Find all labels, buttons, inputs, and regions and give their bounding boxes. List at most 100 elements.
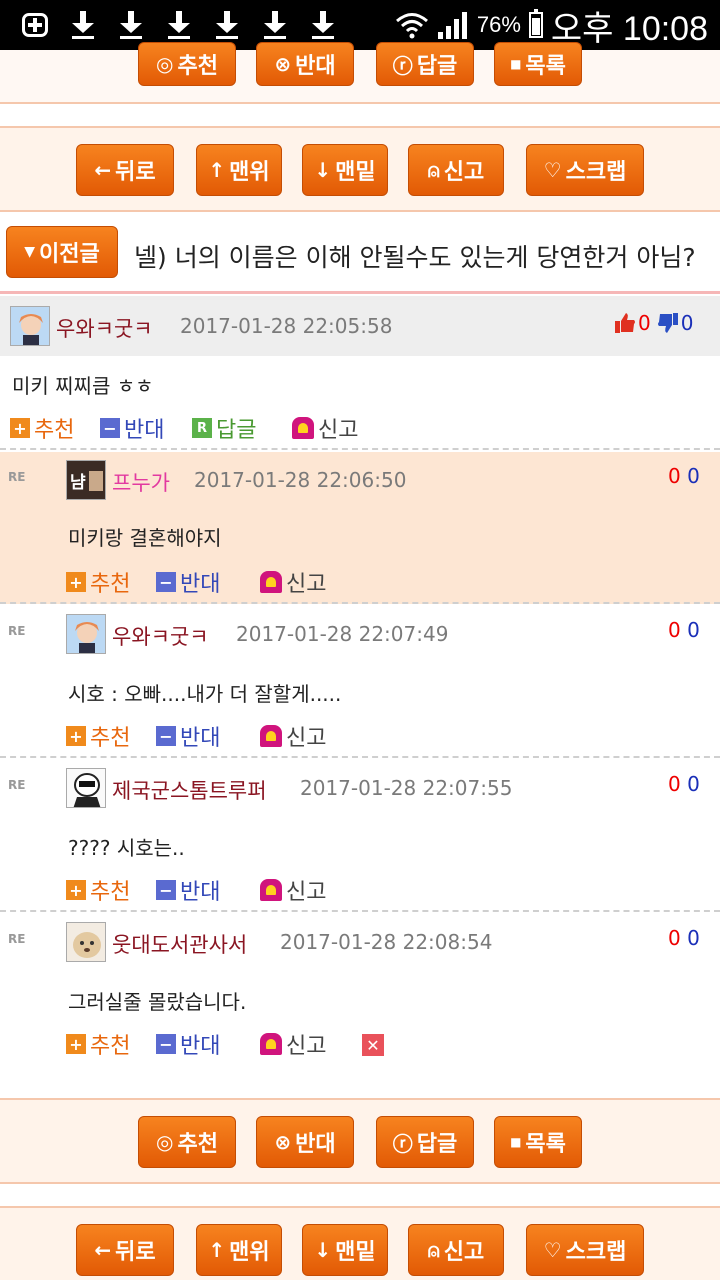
comment-oppose[interactable]: − 반대: [100, 412, 164, 444]
scrap-button[interactable]: ♡ 스크랩: [526, 1224, 644, 1276]
comment-body: 미키 찌찌큼 ㅎㅎ: [12, 374, 154, 398]
avatar: [66, 614, 106, 654]
comment-item: 우와ㅋ굿ㅋ 2017-01-28 22:05:58 0 0 미키 찌찌큼 ㅎㅎ …: [0, 296, 720, 450]
plus-icon: +: [66, 880, 86, 900]
delete-icon[interactable]: ✕: [362, 1034, 384, 1056]
plus-icon: +: [10, 418, 30, 438]
reply-button[interactable]: ⓡ 답글: [376, 1116, 474, 1168]
reply-item: RE 웃대도서관사서 2017-01-28 22:08:54 0 0 그러실줄 …: [0, 914, 720, 1098]
download-icon: [310, 11, 336, 39]
oppose-button[interactable]: ⊗ 반대: [256, 42, 354, 86]
comment-report[interactable]: 신고: [292, 412, 358, 444]
reply-recommend[interactable]: + 추천: [66, 566, 130, 598]
comment-date: 2017-01-28 22:05:58: [180, 314, 393, 338]
reply-oppose[interactable]: − 반대: [156, 720, 220, 752]
status-bar: 76% 오후 10:08: [0, 0, 720, 50]
reply-oppose[interactable]: − 반대: [156, 566, 220, 598]
reply-date: 2017-01-28 22:06:50: [194, 468, 407, 492]
reply-author[interactable]: 우와ㅋ굿ㅋ: [112, 621, 209, 651]
reply-date: 2017-01-28 22:07:49: [236, 622, 449, 646]
reply-arrow-icon: RE: [8, 624, 26, 638]
comment-author[interactable]: 우와ㅋ굿ㅋ: [56, 313, 153, 343]
recommend-button[interactable]: ◎ 추천: [138, 1116, 236, 1168]
reply-report[interactable]: 신고: [260, 1028, 326, 1060]
prev-post-row[interactable]: ▼ 이전글 넬) 너의 이름은 이해 안될수도 있는게 당연한거 아님?: [0, 212, 720, 294]
bottom-button[interactable]: ↓ 맨밑: [302, 144, 388, 196]
prev-post-title[interactable]: 넬) 너의 이름은 이해 안될수도 있는게 당연한거 아님?: [134, 238, 696, 274]
scrap-button[interactable]: ♡ 스크랩: [526, 144, 644, 196]
arrow-down-icon: ↓: [314, 1238, 332, 1262]
thumbs-down-icon: [657, 313, 678, 333]
reply-arrow-icon: RE: [8, 778, 26, 792]
comment-reply[interactable]: R 답글: [192, 412, 256, 444]
back-button[interactable]: ← 뒤로: [76, 1224, 174, 1276]
reply-author[interactable]: 웃대도서관사서: [112, 929, 247, 959]
post-action-bar-bottom: ◎ 추천 ⊗ 반대 ⓡ 답글 ■ 목록: [0, 1098, 720, 1184]
reply-recommend[interactable]: + 추천: [66, 874, 130, 906]
avatar: 냠: [66, 460, 106, 500]
arrow-up-icon: ↑: [208, 1238, 226, 1262]
minus-icon: −: [156, 1034, 176, 1054]
list-button[interactable]: ■ 목록: [494, 42, 582, 86]
triangle-down-icon: ▼: [24, 244, 36, 260]
download-icon: [214, 11, 240, 39]
plus-icon: +: [66, 1034, 86, 1054]
circle-x-icon: ⊗: [274, 52, 292, 76]
minus-icon: −: [156, 880, 176, 900]
siren-icon: [260, 879, 282, 901]
arrow-down-icon: ↓: [314, 158, 332, 182]
download-icon: [118, 11, 144, 39]
report-button[interactable]: ⍝ 신고: [408, 144, 504, 196]
vote-counts: 0 0: [668, 926, 700, 950]
vote-counts: 0 0: [614, 311, 693, 335]
oppose-button[interactable]: ⊗ 반대: [256, 1116, 354, 1168]
arrow-left-icon: ←: [94, 1238, 112, 1262]
reply-item: RE 제국군스톰트루퍼 2017-01-28 22:07:55 0 0 ????…: [0, 760, 720, 912]
top-button[interactable]: ↑ 맨위: [196, 144, 282, 196]
svg-text:냠: 냠: [70, 473, 86, 493]
heart-icon: ♡: [543, 1238, 562, 1262]
circle-dot-icon: ◎: [156, 52, 174, 76]
list-icon: ■: [510, 1135, 522, 1149]
report-button[interactable]: ⍝ 신고: [408, 1224, 504, 1276]
bottom-button[interactable]: ↓ 맨밑: [302, 1224, 388, 1276]
reply-arrow-icon: RE: [8, 470, 26, 484]
reply-body: ???? 시호는..: [68, 836, 185, 860]
siren-icon: [292, 417, 314, 439]
list-icon: ■: [510, 57, 522, 71]
wifi-icon: [395, 13, 428, 39]
reply-oppose[interactable]: − 반대: [156, 1028, 220, 1060]
nav-bar: ← 뒤로 ↑ 맨위 ↓ 맨밑 ⍝ 신고 ♡ 스크랩: [0, 126, 720, 212]
download-icon: [262, 11, 288, 39]
arrow-up-icon: ↑: [208, 158, 226, 182]
reply-body: 그러실줄 몰랐습니다.: [68, 990, 247, 1014]
reply-oppose[interactable]: − 반대: [156, 874, 220, 906]
prev-post-button[interactable]: ▼ 이전글: [6, 226, 118, 278]
reply-report[interactable]: 신고: [260, 874, 326, 906]
reply-report[interactable]: 신고: [260, 720, 326, 752]
reply-report[interactable]: 신고: [260, 566, 326, 598]
battery-percent: 76%: [476, 12, 521, 37]
post-action-bar: ◎ 추천 ⊗ 반대 ⓡ 답글 ■ 목록: [0, 42, 720, 104]
minus-icon: −: [156, 572, 176, 592]
heart-icon: ♡: [543, 158, 562, 182]
siren-icon: [260, 725, 282, 747]
minus-icon: −: [100, 418, 120, 438]
reply-author[interactable]: 제국군스톰트루퍼: [112, 775, 267, 805]
nav-bar-bottom: ← 뒤로 ↑ 맨위 ↓ 맨밑 ⍝ 신고 ♡ 스크랩: [0, 1206, 720, 1280]
reply-date: 2017-01-28 22:07:55: [300, 776, 513, 800]
vote-counts: 0 0: [668, 772, 700, 796]
vote-counts: 0 0: [668, 464, 700, 488]
reply-recommend[interactable]: + 추천: [66, 1028, 130, 1060]
reply-author[interactable]: 프누가: [112, 467, 170, 497]
avatar: [10, 306, 50, 346]
reply-recommend[interactable]: + 추천: [66, 720, 130, 752]
list-button[interactable]: ■ 목록: [494, 1116, 582, 1168]
back-button[interactable]: ← 뒤로: [76, 144, 174, 196]
reply-button[interactable]: ⓡ 답글: [376, 42, 474, 86]
siren-icon: ⍝: [427, 158, 440, 182]
comment-recommend[interactable]: + 추천: [10, 412, 74, 444]
top-button[interactable]: ↑ 맨위: [196, 1224, 282, 1276]
circle-r-icon: ⓡ: [392, 1131, 413, 1156]
recommend-button[interactable]: ◎ 추천: [138, 42, 236, 86]
